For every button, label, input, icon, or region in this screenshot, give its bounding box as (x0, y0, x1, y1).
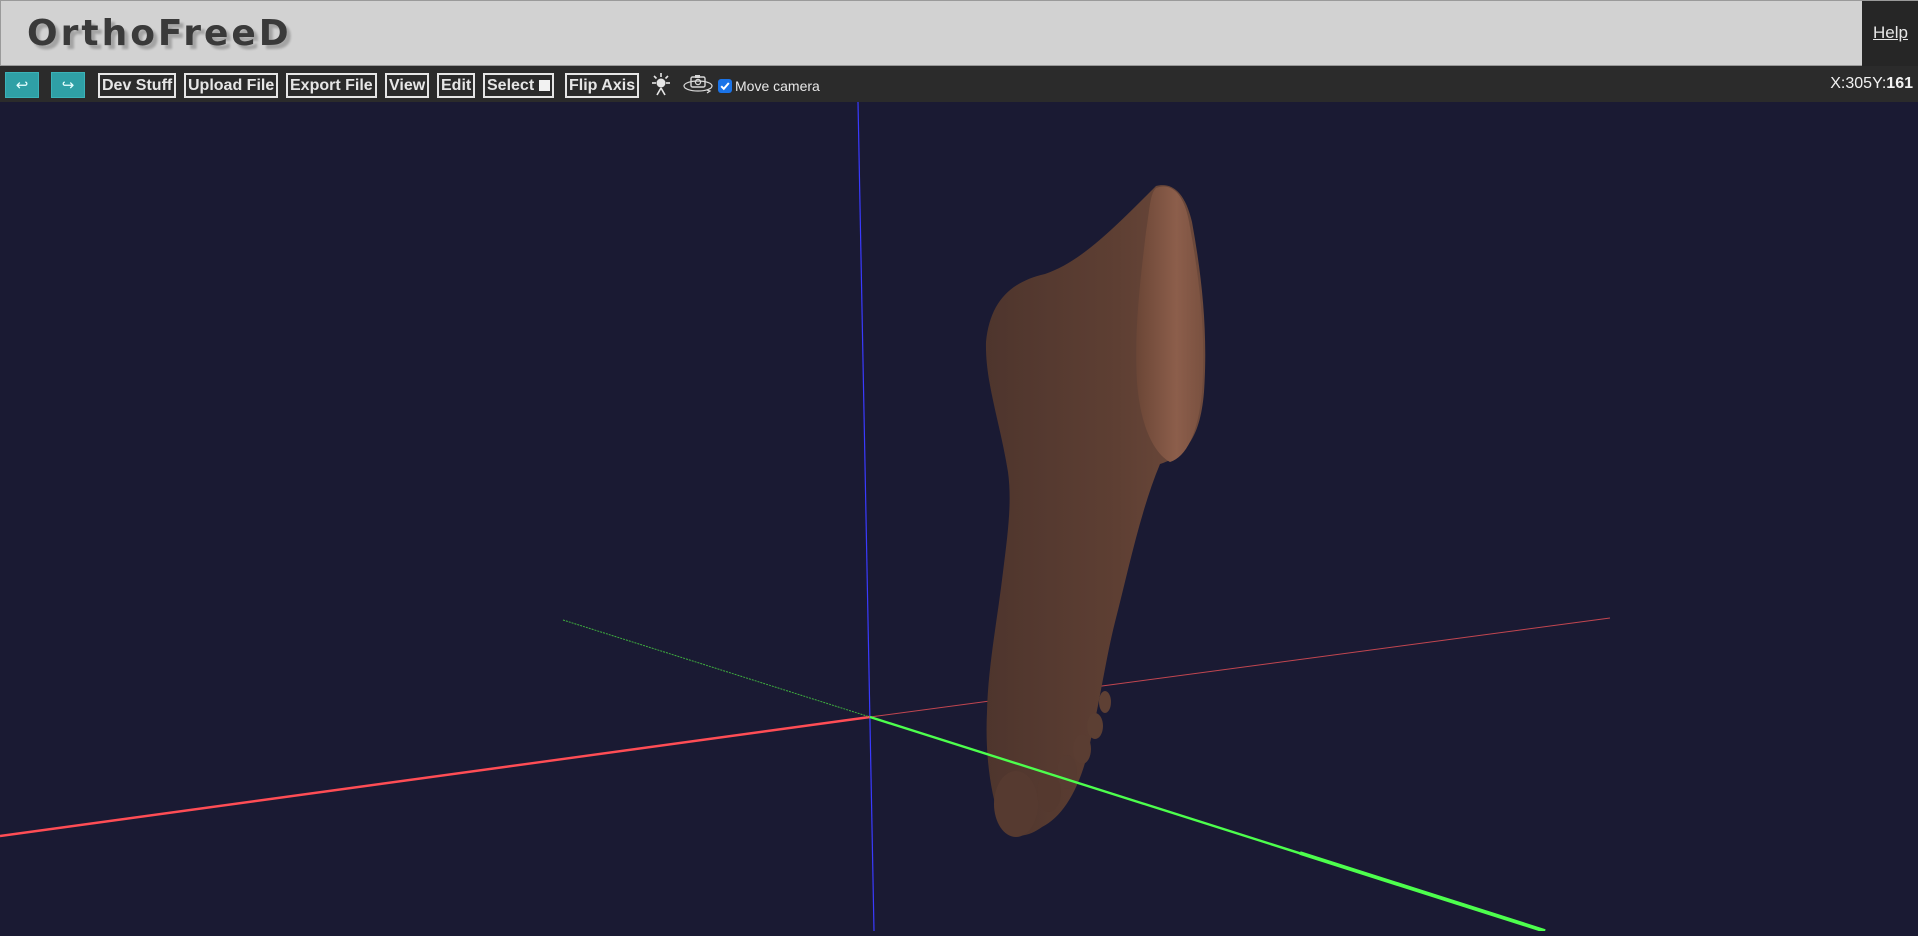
undo-arrow-icon: ↩ (15, 77, 29, 94)
help-box: Help (1862, 1, 1918, 67)
3d-viewport[interactable] (0, 101, 1918, 933)
camera-rotate-icon[interactable] (682, 71, 714, 102)
app-logo: OrthoFreeD (27, 13, 292, 54)
y-coordinate-value: 161 (1886, 75, 1913, 92)
y-coordinate-label: Y: (1872, 75, 1887, 92)
move-camera-label: Move camera (735, 78, 820, 94)
x-coordinate-label: X: (1830, 75, 1846, 92)
redo-arrow-icon: ↪ (61, 77, 75, 94)
flip-axis-button[interactable]: Flip Axis (565, 73, 640, 98)
help-link[interactable]: Help (1873, 23, 1908, 43)
undo-button[interactable]: ↩ (5, 72, 39, 98)
export-file-button[interactable]: Export File (286, 73, 377, 98)
cursor-coordinates: X:305Y:161 (1830, 75, 1913, 93)
foot-3d-model[interactable] (985, 185, 1206, 837)
z-axis-line (857, 101, 875, 932)
move-camera-checkbox[interactable] (718, 79, 732, 93)
x-coordinate-value: 305 (1845, 75, 1873, 92)
move-camera-toggle: Move camera (718, 78, 820, 94)
dev-stuff-button[interactable]: Dev Stuff (98, 73, 177, 98)
light-bulb-icon[interactable] (648, 71, 674, 102)
y-axis-line (562, 619, 871, 718)
edit-button[interactable]: Edit (437, 73, 476, 98)
redo-button[interactable]: ↪ (51, 72, 85, 98)
upload-file-button[interactable]: Upload File (184, 73, 279, 98)
view-button[interactable]: View (385, 73, 430, 98)
toolbar: ↩ ↪ Dev Stuff Upload File Export File Vi… (0, 66, 1918, 102)
select-square-icon (539, 80, 551, 91)
select-label: Select (487, 77, 535, 94)
app-header: OrthoFreeD Help (0, 0, 1918, 67)
select-button[interactable]: Select (483, 73, 555, 98)
x-axis-line (0, 715, 871, 838)
